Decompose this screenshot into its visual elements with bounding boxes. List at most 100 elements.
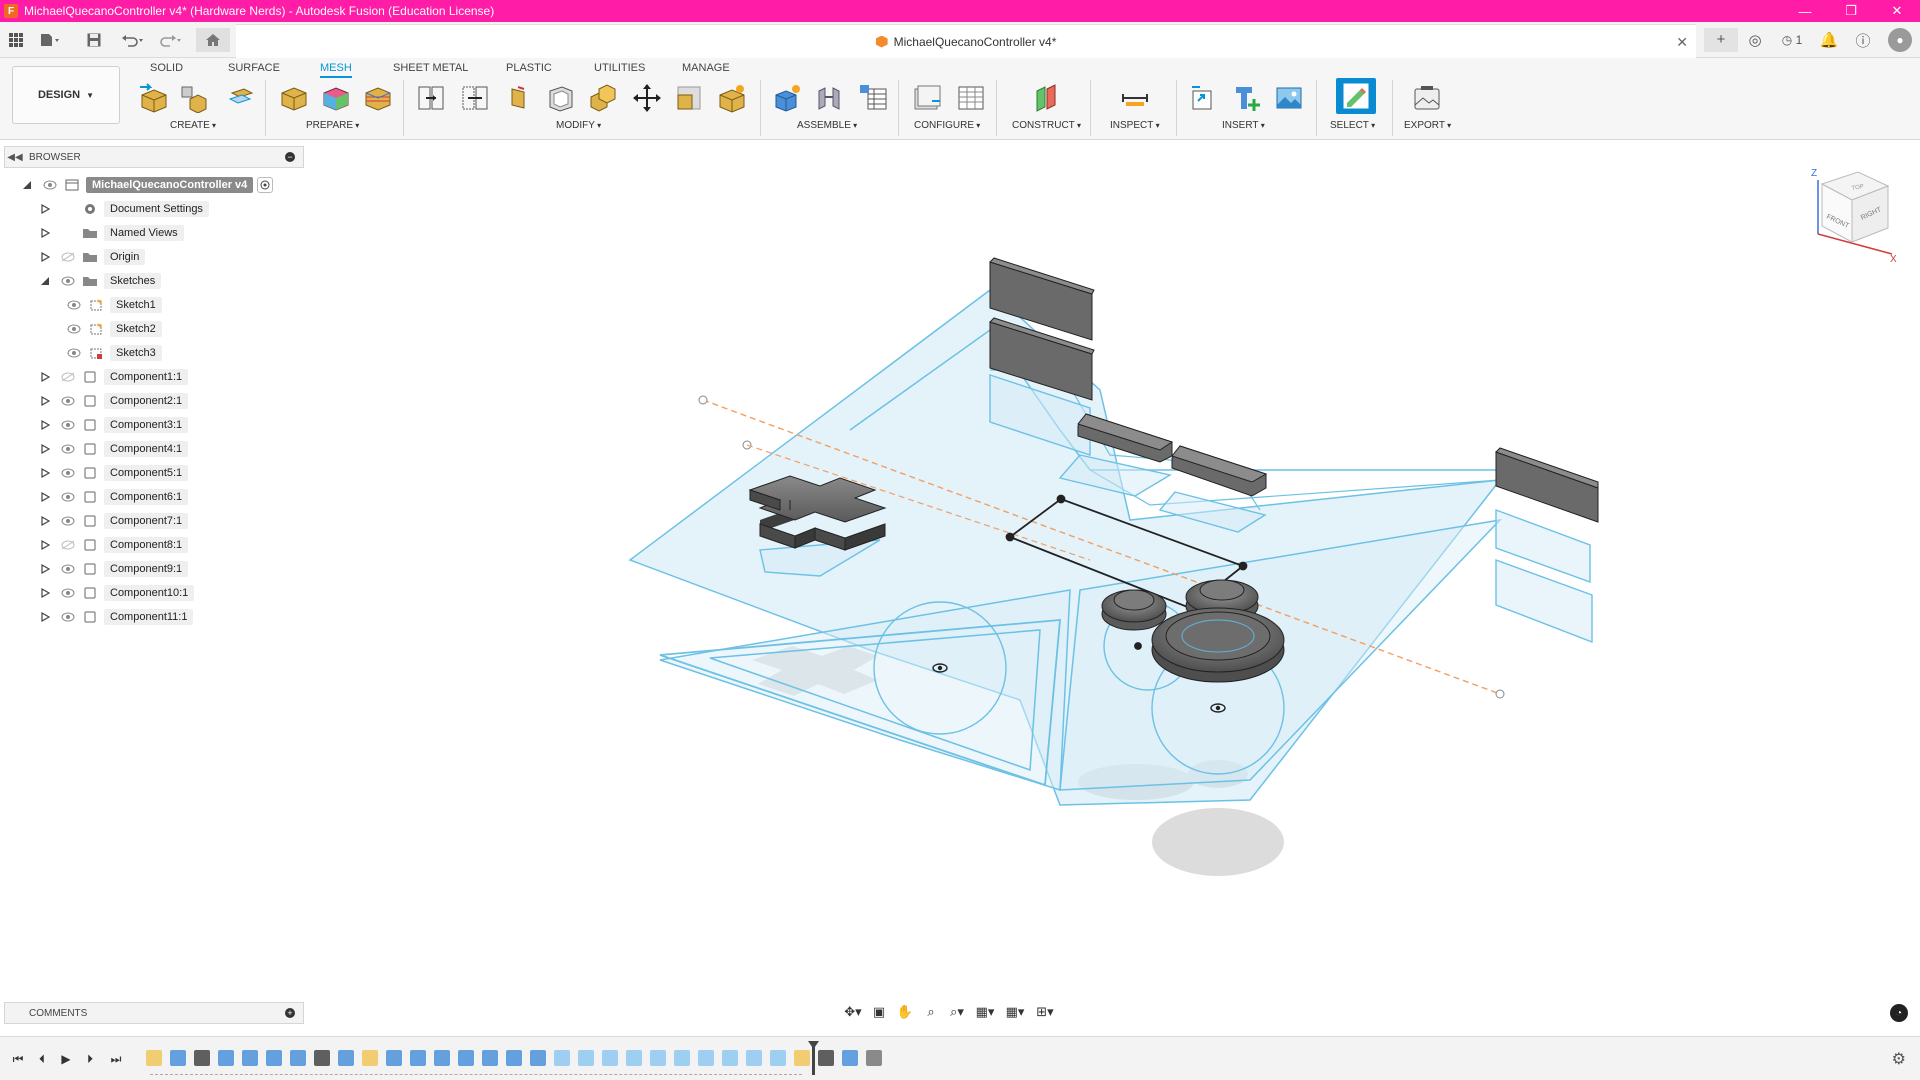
timeline-feature-icon[interactable] — [602, 1050, 618, 1066]
visibility-eye-icon[interactable] — [60, 443, 76, 455]
save-icon[interactable] — [84, 30, 104, 50]
expand-triangle-icon[interactable] — [38, 466, 52, 480]
browser-node-component11-1[interactable]: Component11:1 — [38, 608, 194, 626]
extensions-icon[interactable]: ◎ — [1738, 31, 1772, 49]
timeline-feature-icon[interactable] — [554, 1050, 570, 1066]
close-window-button[interactable]: ✕ — [1874, 0, 1920, 22]
measure-icon[interactable] — [1118, 82, 1152, 114]
bill-of-materials-icon[interactable] — [856, 82, 890, 114]
timeline-feature-icon[interactable] — [242, 1050, 258, 1066]
browser-node-component4-1[interactable]: Component4:1 — [38, 440, 189, 458]
offset-plane-icon[interactable] — [1030, 82, 1064, 114]
timeline-feature-icon[interactable] — [482, 1050, 498, 1066]
minimize-button[interactable]: — — [1782, 0, 1828, 22]
collapse-triangle-icon[interactable] — [20, 178, 34, 192]
group-select-label[interactable]: SELECT — [1330, 120, 1375, 131]
joint-icon[interactable] — [812, 82, 846, 114]
combine-icon[interactable] — [586, 82, 620, 114]
browser-node-sketch1[interactable]: Sketch1 — [58, 296, 162, 314]
visibility-eye-icon[interactable] — [60, 275, 76, 287]
timeline-feature-icon[interactable] — [194, 1050, 210, 1066]
group-modify-label[interactable]: MODIFY — [556, 120, 601, 131]
new-component-icon[interactable] — [770, 82, 804, 114]
close-tab-button[interactable]: ✕ — [1676, 34, 1688, 51]
browser-node-component10-1[interactable]: Component10:1 — [38, 584, 195, 602]
timeline-feature-icon[interactable] — [458, 1050, 474, 1066]
group-assemble-label[interactable]: ASSEMBLE — [797, 120, 857, 131]
help-icon[interactable]: ⓘ — [1846, 30, 1880, 51]
group-configure-label[interactable]: CONFIGURE — [914, 120, 980, 131]
browser-node-component7-1[interactable]: Component7:1 — [38, 512, 189, 530]
expand-triangle-icon[interactable] — [38, 538, 52, 552]
expand-triangle-icon[interactable] — [38, 442, 52, 456]
visibility-eye-icon[interactable] — [66, 299, 82, 311]
browser-node-component2-1[interactable]: Component2:1 — [38, 392, 189, 410]
timeline-next-icon[interactable]: ⏵ — [80, 1049, 100, 1069]
redo-icon[interactable] — [156, 30, 186, 50]
convert-mesh-icon[interactable] — [714, 82, 748, 114]
timeline-marker[interactable] — [812, 1043, 815, 1075]
timeline-feature-icon[interactable] — [362, 1050, 378, 1066]
group-create-label[interactable]: CREATE — [170, 120, 216, 131]
reverse-normal-icon[interactable] — [502, 82, 536, 114]
timeline-feature-icon[interactable] — [842, 1050, 858, 1066]
timeline-feature-icon[interactable] — [170, 1050, 186, 1066]
restore-button[interactable]: ❐ — [1828, 0, 1874, 22]
new-tab-plus-icon[interactable]: + — [1704, 28, 1738, 52]
pan-hand-icon[interactable]: ✋ — [892, 1001, 918, 1023]
browser-node-component8-1[interactable]: Component8:1 — [38, 536, 189, 554]
plane-cut-icon[interactable] — [414, 82, 448, 114]
visibility-eye-icon[interactable] — [66, 323, 82, 335]
timeline-feature-icon[interactable] — [530, 1050, 546, 1066]
file-menu-icon[interactable] — [38, 30, 62, 50]
repair-mesh-icon[interactable] — [276, 82, 310, 114]
browser-minimize-icon[interactable]: − — [285, 152, 295, 162]
undo-icon[interactable] — [118, 30, 148, 50]
insert-derive-icon[interactable] — [1186, 82, 1220, 114]
visibility-eye-icon[interactable] — [60, 395, 76, 407]
create-base-feature-icon[interactable] — [224, 82, 258, 114]
visibility-eye-icon[interactable] — [60, 515, 76, 527]
timeline-feature-icon[interactable] — [698, 1050, 714, 1066]
browser-node-component1-1[interactable]: Component1:1 — [38, 368, 189, 386]
insert-mesh-icon[interactable] — [136, 82, 170, 114]
add-comment-icon[interactable]: + — [285, 1008, 295, 1018]
timeline-previous-icon[interactable]: ⏴ — [32, 1049, 52, 1069]
visibility-eye-icon[interactable] — [60, 491, 76, 503]
timeline-feature-icon[interactable] — [674, 1050, 690, 1066]
hidden-eye-icon[interactable] — [60, 539, 76, 551]
browser-node-sketch2[interactable]: Sketch2 — [58, 320, 162, 338]
orbit-icon[interactable]: ✥▾ — [840, 1001, 866, 1023]
user-avatar[interactable]: ● — [1888, 28, 1912, 52]
timeline-feature-icon[interactable] — [218, 1050, 234, 1066]
tab-manage[interactable]: MANAGE — [682, 60, 730, 78]
button-large[interactable] — [1151, 607, 1285, 683]
expand-triangle-icon[interactable] — [38, 226, 52, 240]
change-parameters-icon[interactable] — [910, 82, 944, 114]
tab-plastic[interactable]: PLASTIC — [506, 60, 552, 78]
visibility-eye-icon[interactable] — [60, 467, 76, 479]
timeline-feature-icon[interactable] — [578, 1050, 594, 1066]
browser-root-node[interactable]: MichaelQuecanoController v4 — [20, 176, 274, 194]
shell-icon[interactable] — [544, 82, 578, 114]
timeline-feature-icon[interactable] — [866, 1050, 882, 1066]
browser-node-component5-1[interactable]: Component5:1 — [38, 464, 189, 482]
collapse-triangle-icon[interactable] — [38, 274, 52, 288]
data-panel-grid-icon[interactable] — [6, 30, 26, 50]
collapse-panel-icon[interactable]: ◀◀ — [5, 152, 25, 163]
expand-triangle-icon[interactable] — [38, 514, 52, 528]
browser-node-named-views[interactable]: Named Views — [38, 224, 184, 242]
browser-node-sketch3[interactable]: Sketch3 — [58, 344, 162, 362]
timeline-last-icon[interactable]: ⏭ — [106, 1049, 126, 1069]
expand-triangle-icon[interactable] — [38, 250, 52, 264]
timeline-feature-icon[interactable] — [410, 1050, 426, 1066]
visibility-eye-icon[interactable] — [60, 611, 76, 623]
insert-canvas-icon[interactable] — [1272, 82, 1306, 114]
timeline-feature-icon[interactable] — [818, 1050, 834, 1066]
viewcube[interactable]: TOP FRONT RIGHT Z X — [1808, 162, 1898, 265]
separate-icon[interactable] — [458, 82, 492, 114]
button-small-left[interactable] — [1101, 589, 1167, 631]
expand-triangle-icon[interactable] — [38, 586, 52, 600]
grid-settings-icon[interactable]: ▦▾ — [1000, 1001, 1030, 1023]
generate-face-groups-icon[interactable] — [318, 82, 352, 114]
